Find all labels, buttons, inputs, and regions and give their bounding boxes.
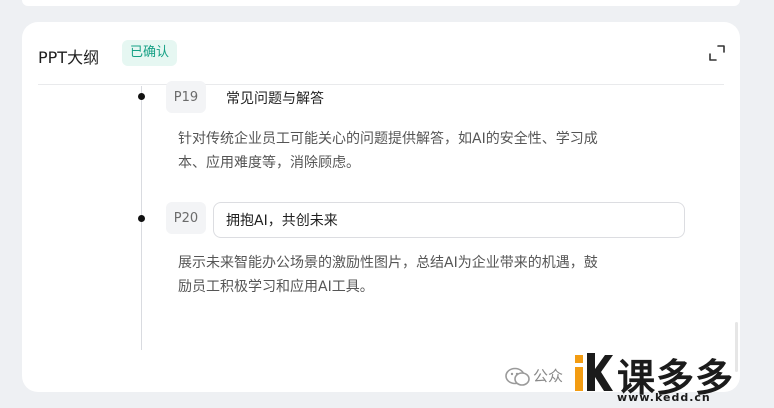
panel-header: PPT大纲 已确认 — [22, 22, 740, 84]
slide-title[interactable]: 常见问题与解答 — [226, 88, 324, 108]
slide-description: 展示未来智能办公场景的激励性图片，总结AI为企业带来的机遇，鼓 励员工积极学习和… — [178, 251, 698, 299]
timeline-dot — [138, 93, 145, 100]
previous-panel-edge — [22, 0, 740, 6]
slide-title-input[interactable]: 拥抱AI，共创未来 — [213, 202, 685, 238]
description-line: 本、应用难度等，消除顾虑。 — [178, 155, 360, 171]
status-badge: 已确认 — [122, 40, 178, 66]
expand-icon[interactable] — [708, 44, 726, 62]
header-divider — [38, 84, 724, 85]
watermark-account: 公众 — [533, 367, 564, 385]
panel-title: PPT大纲 — [38, 48, 100, 67]
timeline-dot — [138, 215, 145, 222]
slide-description: 针对传统企业员工可能关心的问题提供解答，如AI的安全性、学习成 本、应用难度等，… — [178, 127, 698, 175]
description-line: 展示未来智能办公场景的激励性图片，总结AI为企业带来的机遇，鼓 — [178, 255, 598, 271]
wechat-icon — [505, 367, 530, 386]
ppt-outline-panel: PPT大纲 已确认 P19 常见问题与解答 针对传统企业员工可能关心的问题提供解… — [22, 22, 740, 392]
description-line: 针对传统企业员工可能关心的问题提供解答，如AI的安全性、学习成 — [178, 131, 598, 147]
page-number-tag: P19 — [166, 81, 206, 113]
watermark: 公众 课多多 www.kedd.cn — [505, 345, 774, 408]
description-line: 励员工积极学习和应用AI工具。 — [178, 279, 374, 295]
page-number-tag: P20 — [166, 202, 206, 234]
kedd-logo-icon — [575, 353, 613, 391]
watermark-url: www.kedd.cn — [617, 391, 711, 404]
